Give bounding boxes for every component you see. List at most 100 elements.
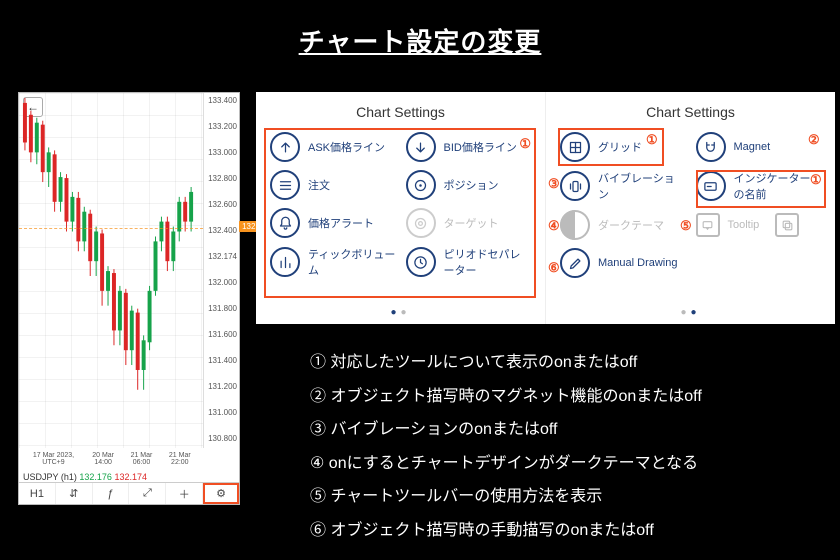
setting-option[interactable]: ティックボリューム: [270, 246, 396, 278]
page-dots-left: ●●: [256, 307, 545, 318]
explanation-item: ⑥ オブジェクト描写時の手動描写のonまたはoff: [310, 514, 835, 548]
setting-option[interactable]: 注文: [270, 170, 396, 200]
marker: ⑤: [680, 218, 692, 234]
y-tick: 131.600: [206, 329, 237, 342]
bid-price: 132.176: [79, 472, 112, 482]
pencil-icon: [560, 248, 590, 278]
option-label: ASK価格ライン: [308, 139, 385, 155]
marker: ⑥: [548, 260, 560, 276]
indicator-button[interactable]: ⤢: [129, 483, 166, 504]
candlestick-series: [19, 93, 203, 429]
option-label: インジケーターの名前: [734, 170, 822, 202]
down-icon: [406, 132, 436, 162]
chart-preview: ← 132.174 133.400133.200133.000132.80013…: [18, 92, 240, 505]
explanation-text: チャートツールバーの使用方法を表示: [330, 488, 602, 505]
y-tick: 132.600: [206, 199, 237, 212]
marker: ③: [548, 176, 560, 192]
add-button[interactable]: ＋: [166, 483, 203, 504]
y-tick: 131.000: [206, 407, 237, 420]
settings-panel-page2: Chart Settings グリッド Magnet バイブレーション インジケーター…: [545, 92, 835, 324]
magnet-icon: [696, 132, 726, 162]
setting-option[interactable]: Manual Drawing: [560, 248, 686, 278]
explanation-item: ② オブジェクト描写時のマグネット機能のonまたはoff: [310, 380, 835, 414]
page-dots-right: ●●: [546, 307, 835, 318]
page-title: チャート設定の変更: [0, 22, 840, 59]
explanation-item: ④ onにするとチャートデザインがダークテーマとなる: [310, 447, 835, 481]
setting-option[interactable]: ピリオドセパレーター: [406, 246, 532, 278]
x-tick: 20 Mar 14:00: [84, 452, 122, 466]
list-icon: [270, 170, 300, 200]
price-line: [19, 228, 203, 229]
setting-option[interactable]: ポジション: [406, 170, 532, 200]
clock-icon: [406, 247, 436, 277]
up-icon: [270, 132, 300, 162]
setting-option[interactable]: バイブレーション: [560, 170, 686, 202]
option-label: バイブレーション: [598, 170, 686, 202]
marker-1-left: ①: [519, 136, 531, 152]
timeframe-button[interactable]: H1: [19, 483, 56, 504]
target-icon: [406, 208, 436, 238]
option-label: 注文: [308, 177, 330, 193]
marker: ①: [810, 172, 822, 188]
y-tick: 132.174: [206, 251, 237, 264]
tag-icon: [696, 171, 726, 201]
y-tick: 131.800: [206, 303, 237, 316]
explanation-text: onにするとチャートデザインがダークテーマとなる: [329, 455, 698, 472]
marker: ④: [548, 218, 560, 234]
explanation-number: ⑤: [310, 488, 326, 505]
setting-option[interactable]: Tooltip: [696, 210, 822, 240]
bell-icon: [270, 208, 300, 238]
setting-option[interactable]: ターゲット: [406, 208, 532, 238]
option-label: ティックボリューム: [308, 246, 396, 278]
candle-style-button[interactable]: ⇵: [56, 483, 93, 504]
panel-title: Chart Settings: [270, 104, 531, 120]
setting-option[interactable]: Magnet: [696, 132, 822, 162]
option-label: グリッド: [598, 139, 642, 155]
marker: ②: [808, 132, 820, 148]
grid-icon: [560, 132, 590, 162]
settings-panel-page1: Chart Settings ASK価格ライン BID価格ライン注文 ポジション価格…: [256, 92, 545, 324]
explanation-number: ⑥: [310, 522, 326, 539]
chart-toolbar: H1 ⇵ ƒ ⤢ ＋ ⚙: [19, 482, 239, 504]
x-tick: 21 Mar 06:00: [122, 452, 160, 466]
panel-title: Chart Settings: [560, 104, 821, 120]
setting-option[interactable]: グリッド: [560, 132, 686, 162]
darktheme-icon: [560, 210, 590, 240]
setting-option[interactable]: ダークテーマ: [560, 210, 686, 240]
setting-option[interactable]: ASK価格ライン: [270, 132, 396, 162]
x-tick: 21 Mar 22:00: [161, 452, 199, 466]
y-tick: 131.200: [206, 381, 237, 394]
pair-symbol: USDJPY (h1): [23, 472, 77, 482]
explanation-text: 対応したツールについて表示のonまたはoff: [330, 354, 637, 371]
option-label: ダークテーマ: [598, 217, 664, 233]
explanation-item: ⑤ チャートツールバーの使用方法を表示: [310, 480, 835, 514]
explanation-number: ③: [310, 421, 326, 438]
explanation-number: ④: [310, 455, 324, 472]
explanation-text: バイブレーションのonまたはoff: [330, 421, 557, 438]
vibe-icon: [560, 171, 590, 201]
option-label: 価格アラート: [308, 215, 374, 231]
y-tick: 133.400: [206, 95, 237, 108]
y-tick: 132.800: [206, 173, 237, 186]
explanation-number: ①: [310, 354, 326, 371]
explanation-list: ① 対応したツールについて表示のonまたはoff ② オブジェクト描写時のマグネッ…: [310, 346, 835, 548]
y-tick: 132.000: [206, 277, 237, 290]
setting-option[interactable]: BID価格ライン: [406, 132, 532, 162]
bars-icon: [270, 247, 300, 277]
option-label: ピリオドセパレーター: [444, 246, 532, 278]
option-label: Magnet: [734, 141, 771, 153]
setting-option[interactable]: インジケーターの名前: [696, 170, 822, 202]
option-label: ポジション: [444, 177, 499, 193]
y-axis: 133.400133.200133.000132.800132.600132.4…: [203, 93, 239, 448]
explanation-item: ③ バイブレーションのonまたはoff: [310, 413, 835, 447]
marker: ①: [646, 132, 658, 148]
y-tick: 133.200: [206, 121, 237, 134]
setting-option[interactable]: 価格アラート: [270, 208, 396, 238]
y-tick: 131.400: [206, 355, 237, 368]
explanation-text: オブジェクト描写時の手動描写のonまたはoff: [330, 522, 653, 539]
option-label: Tooltip: [728, 219, 760, 231]
option-label: BID価格ライン: [444, 139, 517, 155]
function-button[interactable]: ƒ: [93, 483, 130, 504]
x-axis: 17 Mar 2023, UTC+920 Mar 14:0021 Mar 06:…: [19, 452, 203, 466]
settings-button[interactable]: ⚙: [203, 483, 239, 504]
